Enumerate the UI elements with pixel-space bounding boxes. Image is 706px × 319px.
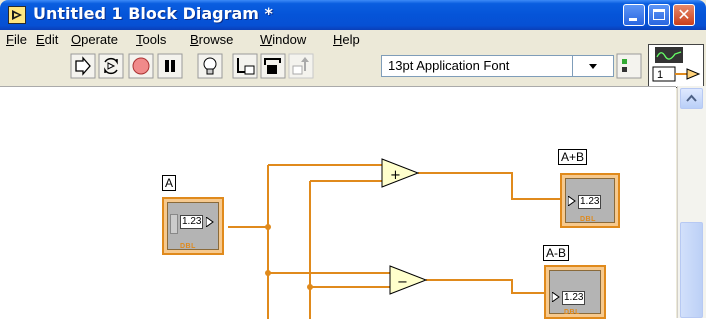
step-out-button[interactable] (288, 53, 314, 79)
menu-file[interactable]: File (6, 32, 27, 47)
step-over-button[interactable] (260, 53, 286, 79)
vi-icon-label: 1 (657, 69, 663, 81)
menu-bar: File Edit Operate Tools Browse Window He… (0, 30, 706, 50)
indicator-sum-terminal[interactable]: 1.23 DBL (560, 173, 620, 228)
font-dropdown-button[interactable] (573, 56, 613, 76)
pause-icon (157, 53, 183, 79)
run-button[interactable] (70, 53, 96, 79)
menu-help-label: elp (342, 32, 360, 47)
menu-browse[interactable]: Browse (190, 32, 233, 47)
menu-help-accel: H (333, 32, 343, 47)
menu-tools-label: ools (142, 32, 167, 47)
align-objects-button[interactable] (616, 53, 642, 79)
menu-window-accel: W (260, 32, 273, 47)
step-into-button[interactable] (232, 53, 258, 79)
font-selector[interactable]: 13pt Application Font (381, 55, 614, 77)
align-objects-icon (616, 53, 642, 79)
maximize-icon (653, 9, 665, 20)
control-a-label[interactable]: A (162, 175, 177, 191)
run-continuously-icon (98, 53, 124, 79)
subtract-node[interactable] (389, 265, 428, 295)
vi-icon[interactable]: 1 (648, 44, 704, 88)
scroll-thumb[interactable] (680, 222, 703, 318)
scroll-up-button[interactable] (680, 88, 703, 109)
menu-operate-label: perate (81, 32, 118, 47)
control-a-value: 1.23 (180, 215, 204, 229)
indicator-sum-value: 1.23 (578, 195, 602, 209)
input-arrow-icon (552, 292, 560, 302)
highlight-execution-icon (197, 53, 223, 79)
minimize-icon (629, 18, 637, 21)
menu-browse-accel: B (190, 32, 199, 47)
menu-operate-accel: O (71, 32, 82, 47)
indicator-sum-label[interactable]: A+B (558, 149, 588, 165)
indicator-diff-label[interactable]: A-B (543, 245, 570, 261)
block-diagram-canvas[interactable]: + − A 1.23 DBL A+B 1.23 DBL A-B 1.23 DBL (0, 86, 676, 319)
run-continuously-button[interactable] (98, 53, 124, 79)
font-selector-value: 13pt Application Font (388, 58, 510, 73)
menu-operate[interactable]: Operate (71, 32, 118, 47)
menu-help[interactable]: Help (333, 32, 360, 47)
close-button[interactable]: ✕ (673, 4, 695, 26)
menu-edit-accel: E (36, 32, 45, 47)
step-over-icon (260, 53, 286, 79)
highlight-execution-button[interactable] (197, 53, 223, 79)
menu-edit[interactable]: Edit (36, 32, 58, 47)
close-icon: ✕ (677, 5, 691, 24)
pause-button[interactable] (157, 53, 183, 79)
menu-browse-label: rowse (198, 32, 234, 47)
minimize-button[interactable] (623, 4, 645, 26)
indicator-diff-terminal[interactable]: 1.23 DBL (544, 265, 606, 319)
step-out-icon (288, 53, 314, 79)
labview-app-icon[interactable] (8, 6, 26, 24)
indicator-diff-type: DBL (564, 309, 580, 316)
menu-file-accel: F (6, 32, 14, 47)
output-arrow-icon (206, 217, 214, 227)
input-arrow-icon (568, 196, 576, 206)
maximize-button[interactable] (648, 4, 670, 26)
indicator-diff-body: 1.23 (549, 270, 601, 314)
step-into-icon (232, 53, 258, 79)
vi-icon-graphic: 1 (652, 47, 701, 82)
add-symbol: + (390, 168, 401, 183)
menu-tools[interactable]: Tools (136, 32, 166, 47)
menu-window[interactable]: Window (260, 32, 306, 47)
abort-button[interactable] (128, 53, 154, 79)
toolbar: 13pt Application Font (0, 50, 706, 82)
chevron-up-icon (686, 94, 697, 102)
labview-window: Untitled 1 Block Diagram * ✕ File Edit O… (0, 0, 706, 319)
run-icon (70, 53, 96, 79)
indicator-diff-value: 1.23 (562, 291, 586, 305)
menu-file-label: ile (13, 32, 27, 47)
indicator-sum-type: DBL (580, 216, 596, 223)
menu-window-label: indow (272, 32, 307, 47)
title-bar[interactable]: Untitled 1 Block Diagram * ✕ (0, 0, 706, 30)
control-a-terminal[interactable]: 1.23 DBL (162, 197, 224, 255)
window-title: Untitled 1 Block Diagram * (33, 4, 273, 23)
vertical-scrollbar[interactable] (677, 86, 706, 318)
chevron-down-icon (589, 64, 597, 69)
abort-icon (128, 53, 154, 79)
control-a-type: DBL (180, 243, 196, 250)
subtract-symbol: − (397, 275, 408, 290)
menu-edit-label: dit (44, 32, 59, 47)
control-a-stepper (170, 214, 178, 234)
